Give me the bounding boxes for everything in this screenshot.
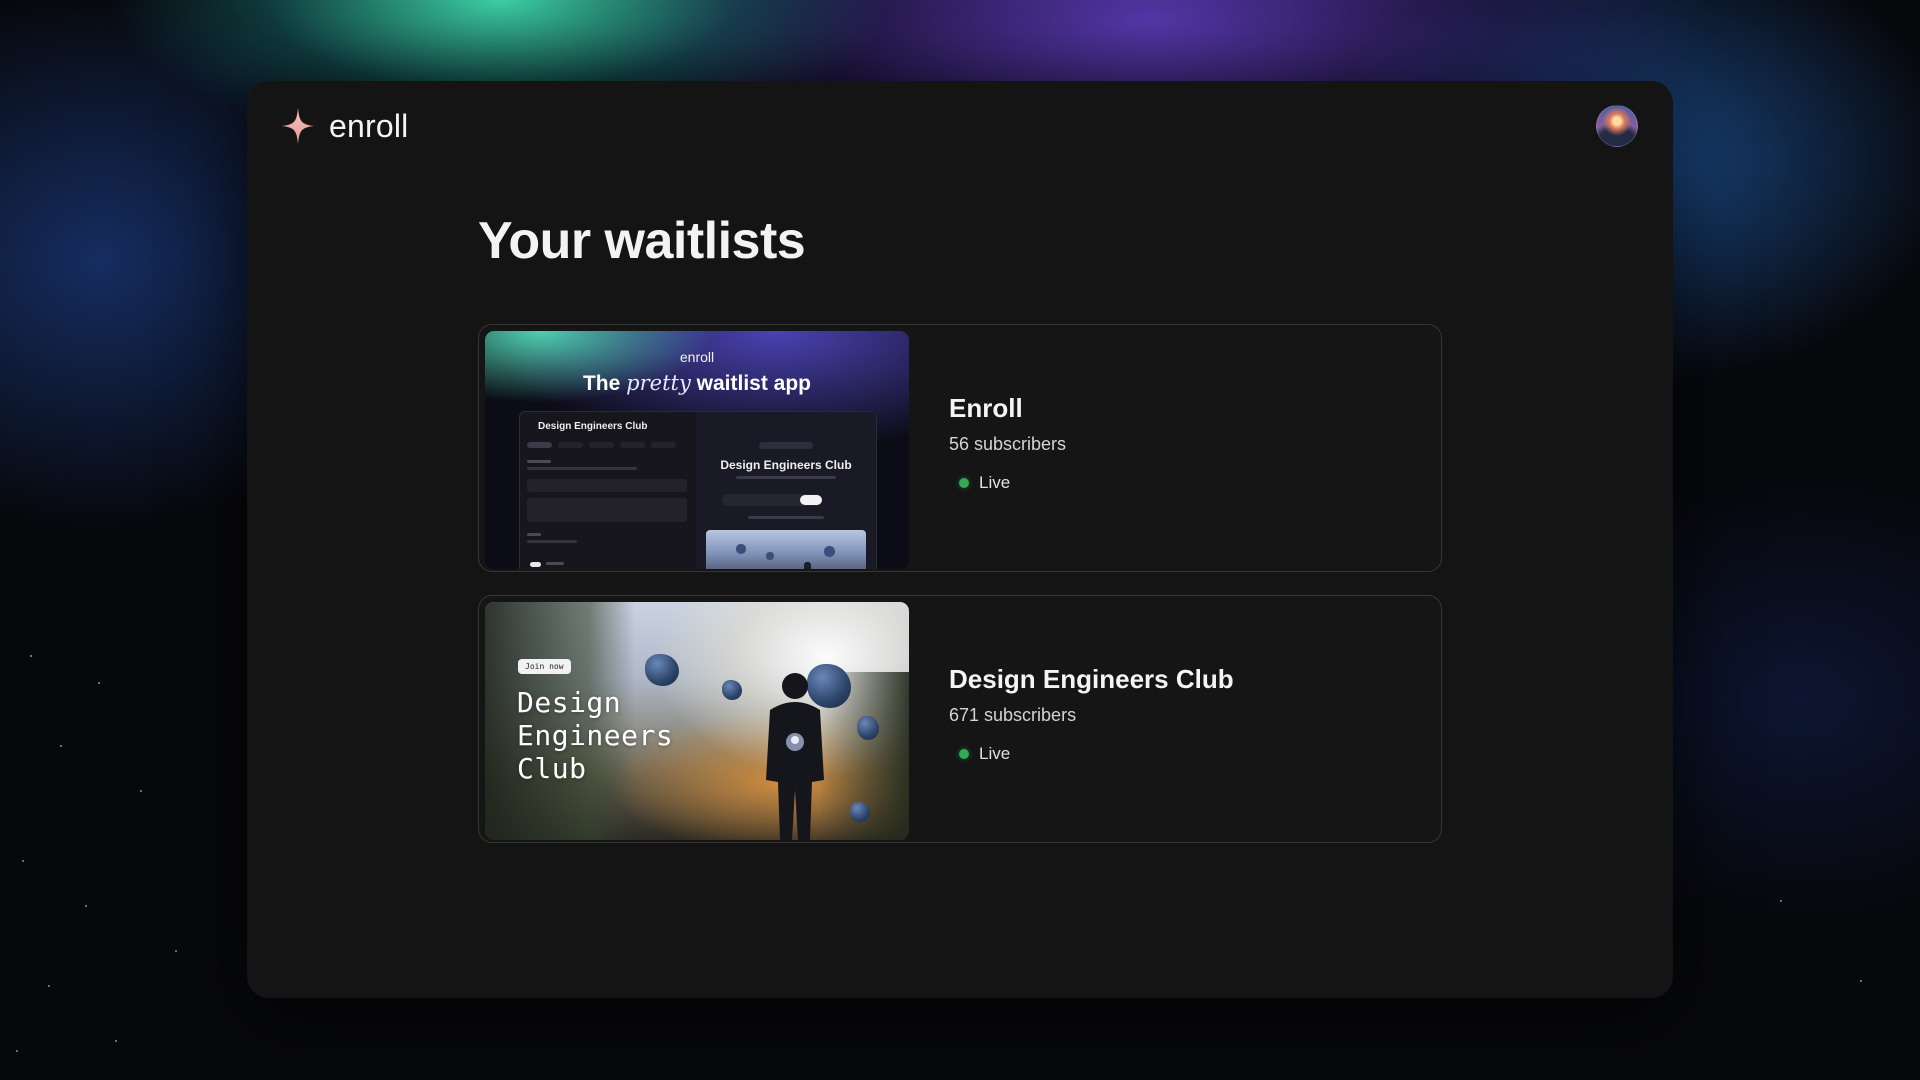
floating-rock [722, 680, 742, 700]
status-badge: Live [959, 744, 1234, 764]
brand-logo[interactable]: enroll [281, 107, 408, 145]
waitlist-thumbnail: Join now Design Engineers Club [485, 602, 909, 840]
thumbnail-title-line: Club [517, 752, 587, 785]
person-silhouette [766, 673, 824, 840]
headline-pre: The [582, 372, 621, 395]
floating-rock [857, 716, 879, 740]
thumbnail-brand: enroll [679, 349, 715, 365]
subscriber-count: 56 subscribers [949, 434, 1067, 454]
waitlist-thumbnail: enroll The pretty waitlist app Design En… [485, 331, 909, 569]
mockup-preview-image [706, 530, 866, 569]
status-dot-icon [959, 478, 969, 488]
status-label: Live [979, 744, 1011, 763]
waitlist-info: Enroll 56 subscribers Live [949, 393, 1066, 493]
user-avatar[interactable] [1596, 105, 1638, 147]
mockup-preview-title: Design Engineers Club [720, 458, 852, 472]
headline-post: waitlist app [696, 372, 812, 395]
headline-emphasis: pretty [626, 371, 691, 395]
thumbnail-headline: The pretty waitlist app [485, 371, 909, 396]
sparkle-icon [281, 107, 315, 145]
mockup-toggle [530, 562, 541, 567]
mockup-preview: Design Engineers Club [696, 412, 876, 569]
page-title: Your waitlists [478, 212, 806, 270]
status-badge: Live [959, 473, 1066, 493]
app-mockup: Design Engineers Club Design Engineers C… [519, 411, 877, 569]
thumbnail-title-line: Design [517, 686, 622, 719]
subscriber-count: 671 subscribers [949, 705, 1077, 725]
waitlist-info: Design Engineers Club 671 subscribers Li… [949, 664, 1234, 764]
thumbnail-title: Design Engineers Club [517, 686, 673, 785]
waitlist-name: Design Engineers Club [949, 664, 1234, 694]
brand-name: enroll [329, 107, 409, 144]
mockup-editor: Design Engineers Club [520, 412, 696, 569]
join-now-badge: Join now [518, 659, 571, 674]
status-label: Live [979, 473, 1011, 492]
thumbnail-title-line: Engineers [517, 719, 674, 752]
floating-rock [850, 802, 870, 822]
waitlist-card-design-engineers-club[interactable]: Join now Design Engineers Club Design En… [478, 595, 1442, 843]
floating-rock [645, 654, 679, 686]
status-dot-icon [959, 749, 969, 759]
mockup-tabs [527, 442, 676, 448]
mockup-title: Design Engineers Club [538, 421, 648, 432]
waitlist-name: Enroll [949, 393, 1023, 423]
waitlist-card-enroll[interactable]: enroll The pretty waitlist app Design En… [478, 324, 1442, 572]
app-window: enroll Your waitlists enroll The pretty … [247, 81, 1673, 998]
